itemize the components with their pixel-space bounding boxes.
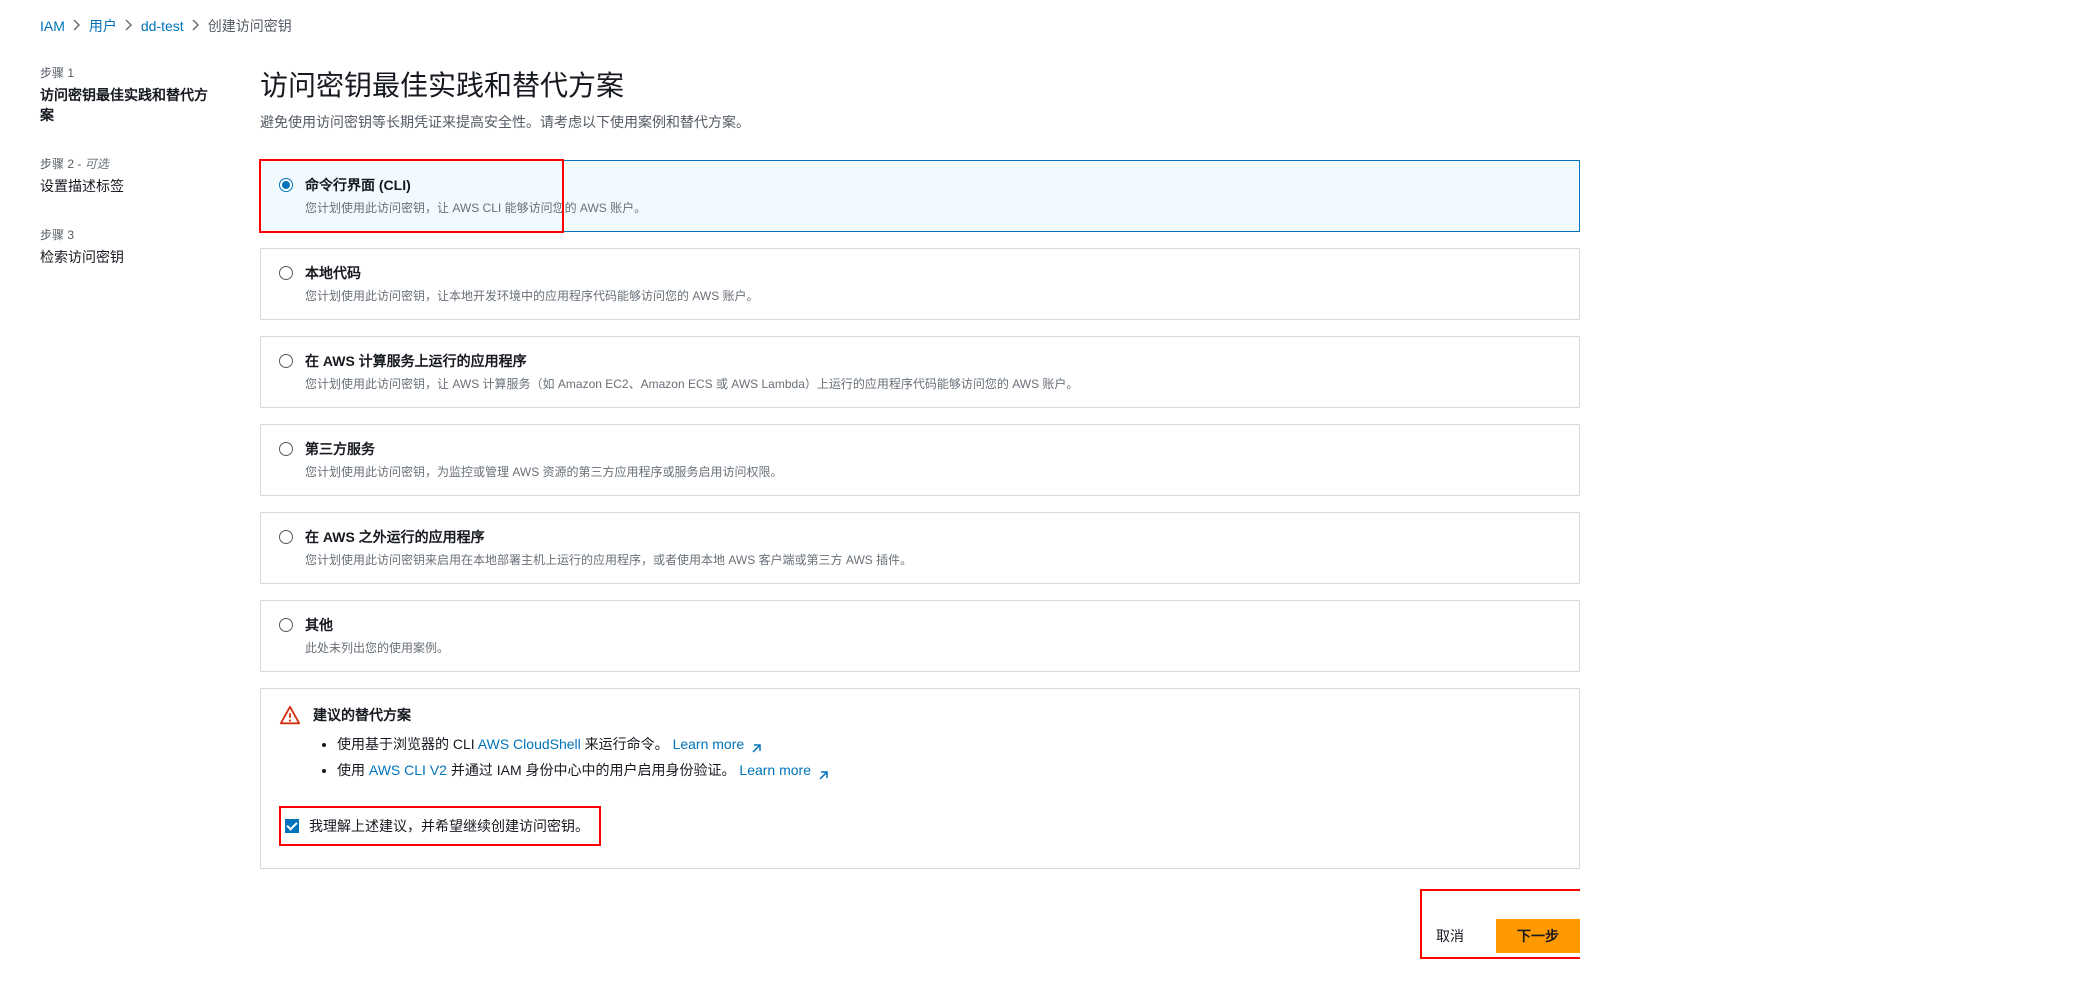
wizard-step-2[interactable]: 步骤 2 - 可选 设置描述标签 <box>40 155 220 214</box>
option-title: 在 AWS 之外运行的应用程序 <box>305 527 1561 547</box>
breadcrumb: IAM 用户 dd-test 创建访问密钥 <box>40 16 2088 36</box>
confirm-label: 我理解上述建议，并希望继续创建访问密钥。 <box>309 816 589 836</box>
option-third-party[interactable]: 第三方服务 您计划使用此访问密钥，为监控或管理 AWS 资源的第三方应用程序或服… <box>260 424 1580 496</box>
external-link-icon <box>750 739 762 751</box>
chevron-right-icon <box>192 18 200 34</box>
wizard-step-3[interactable]: 步骤 3 检索访问密钥 <box>40 226 220 285</box>
breadcrumb-user-name[interactable]: dd-test <box>141 18 184 34</box>
breadcrumb-current: 创建访问密钥 <box>208 16 292 36</box>
radio-icon[interactable] <box>279 178 293 192</box>
cancel-button[interactable]: 取消 <box>1416 919 1484 953</box>
option-outside-aws[interactable]: 在 AWS 之外运行的应用程序 您计划使用此访问密钥来启用在本地部署主机上运行的… <box>260 512 1580 584</box>
chevron-right-icon <box>125 18 133 34</box>
highlight-box: 我理解上述建议，并希望继续创建访问密钥。 <box>279 806 601 846</box>
radio-icon[interactable] <box>279 530 293 544</box>
option-desc: 您计划使用此访问密钥，让 AWS 计算服务（如 Amazon EC2、Amazo… <box>305 375 1561 393</box>
option-desc: 此处未列出您的使用案例。 <box>305 639 1561 657</box>
step-title: 访问密钥最佳实践和替代方案 <box>40 85 220 125</box>
alternative-item-cloudshell: 使用基于浏览器的 CLI AWS CloudShell 来运行命令。 Learn… <box>337 733 1561 755</box>
aws-cli-v2-link[interactable]: AWS CLI V2 <box>369 762 447 778</box>
external-link-icon <box>817 766 829 778</box>
step-title: 检索访问密钥 <box>40 247 220 267</box>
option-title: 本地代码 <box>305 263 1561 283</box>
option-title: 第三方服务 <box>305 439 1561 459</box>
chevron-right-icon <box>73 18 81 34</box>
learn-more-link[interactable]: Learn more <box>673 736 762 752</box>
option-desc: 您计划使用此访问密钥，让本地开发环境中的应用程序代码能够访问您的 AWS 账户。 <box>305 287 1561 305</box>
cloudshell-link[interactable]: AWS CloudShell <box>478 736 581 752</box>
radio-icon[interactable] <box>279 354 293 368</box>
wizard-sidebar: 步骤 1 访问密钥最佳实践和替代方案 步骤 2 - 可选 设置描述标签 步骤 3… <box>40 64 220 953</box>
option-desc: 您计划使用此访问密钥，为监控或管理 AWS 资源的第三方应用程序或服务启用访问权… <box>305 463 1561 481</box>
option-other[interactable]: 其他 此处未列出您的使用案例。 <box>260 600 1580 672</box>
alternative-item-cliv2: 使用 AWS CLI V2 并通过 IAM 身份中心中的用户启用身份验证。 Le… <box>337 759 1561 781</box>
step-title: 设置描述标签 <box>40 176 220 196</box>
alternatives-title: 建议的替代方案 <box>313 705 411 725</box>
option-aws-compute[interactable]: 在 AWS 计算服务上运行的应用程序 您计划使用此访问密钥，让 AWS 计算服务… <box>260 336 1580 408</box>
page-title: 访问密钥最佳实践和替代方案 <box>260 64 1580 104</box>
wizard-footer: 取消 下一步 <box>260 919 1580 953</box>
step-label: 步骤 2 - 可选 <box>40 155 220 172</box>
wizard-step-1[interactable]: 步骤 1 访问密钥最佳实践和替代方案 <box>40 64 220 143</box>
option-local-code[interactable]: 本地代码 您计划使用此访问密钥，让本地开发环境中的应用程序代码能够访问您的 AW… <box>260 248 1580 320</box>
confirm-checkbox[interactable] <box>285 819 299 833</box>
page-subtitle: 避免使用访问密钥等长期凭证来提高安全性。请考虑以下使用案例和替代方案。 <box>260 112 1580 132</box>
next-button[interactable]: 下一步 <box>1496 919 1580 953</box>
radio-icon[interactable] <box>279 266 293 280</box>
step-label: 步骤 1 <box>40 64 220 81</box>
radio-icon[interactable] <box>279 442 293 456</box>
option-title: 命令行界面 (CLI) <box>305 175 1561 195</box>
option-desc: 您计划使用此访问密钥，让 AWS CLI 能够访问您的 AWS 账户。 <box>305 199 1561 217</box>
option-cli[interactable]: 命令行界面 (CLI) 您计划使用此访问密钥，让 AWS CLI 能够访问您的 … <box>260 160 1580 232</box>
learn-more-link[interactable]: Learn more <box>739 762 828 778</box>
option-title: 其他 <box>305 615 1561 635</box>
breadcrumb-iam[interactable]: IAM <box>40 18 65 34</box>
alternatives-box: 建议的替代方案 使用基于浏览器的 CLI AWS CloudShell 来运行命… <box>260 688 1580 869</box>
main-content: 访问密钥最佳实践和替代方案 避免使用访问密钥等长期凭证来提高安全性。请考虑以下使… <box>260 64 1580 953</box>
breadcrumb-users[interactable]: 用户 <box>89 16 117 36</box>
option-desc: 您计划使用此访问密钥来启用在本地部署主机上运行的应用程序，或者使用本地 AWS … <box>305 551 1561 569</box>
warning-icon <box>279 705 301 727</box>
radio-icon[interactable] <box>279 618 293 632</box>
option-title: 在 AWS 计算服务上运行的应用程序 <box>305 351 1561 371</box>
step-label: 步骤 3 <box>40 226 220 243</box>
